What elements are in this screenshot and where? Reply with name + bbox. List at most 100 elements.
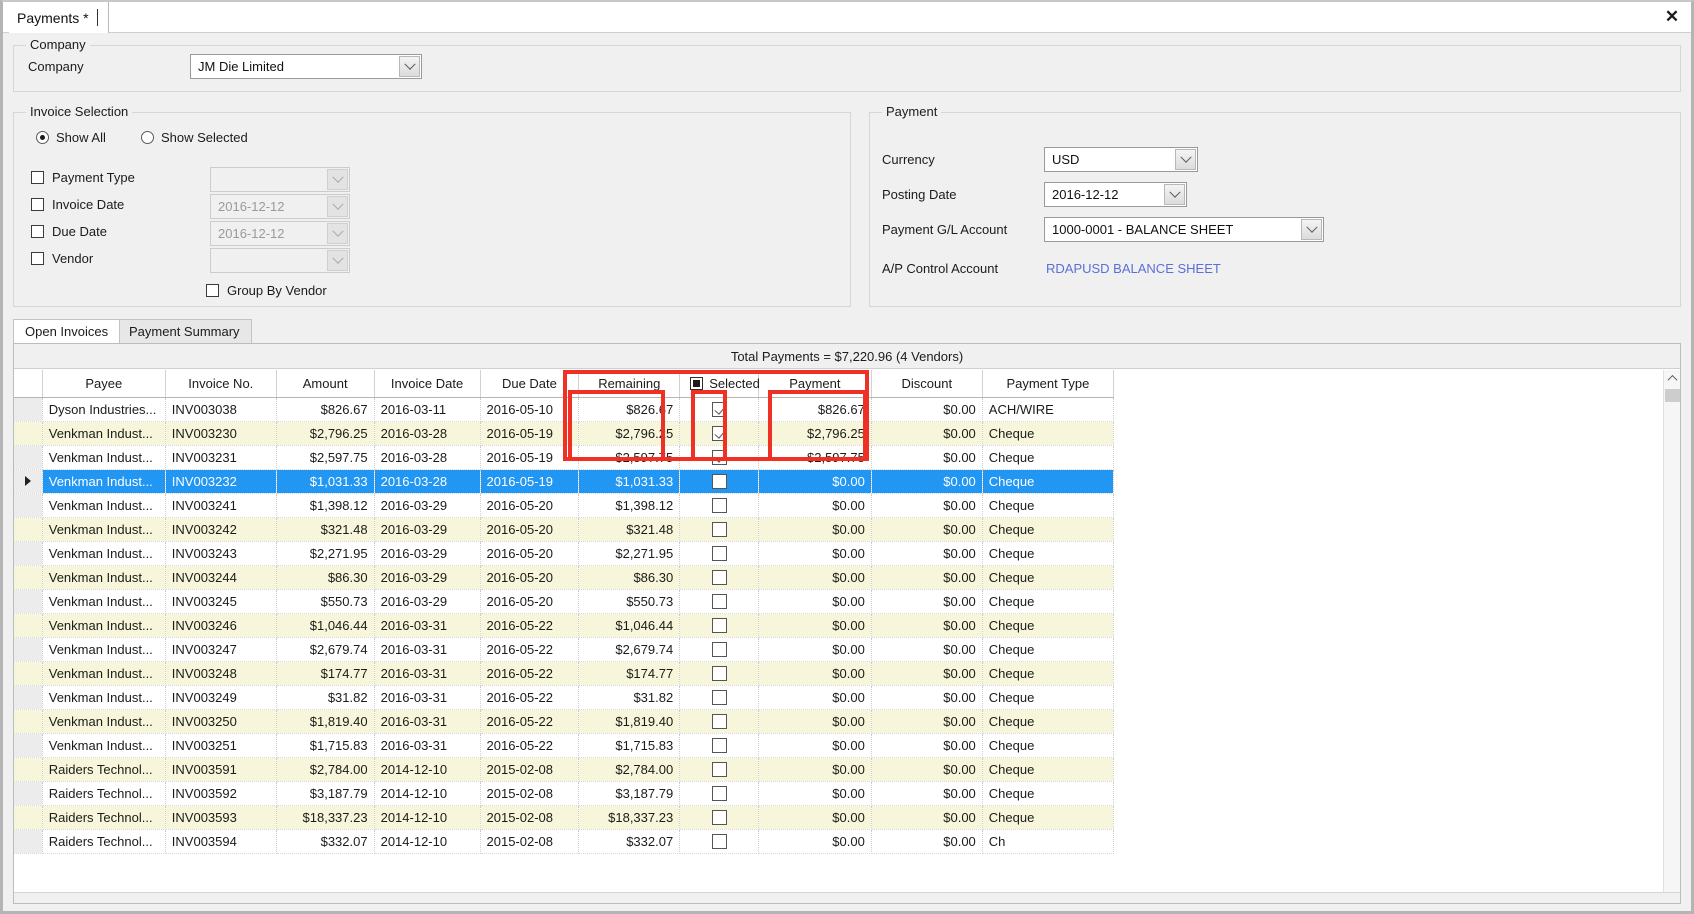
radio-show-selected[interactable]: Show Selected bbox=[141, 130, 248, 145]
table-row[interactable]: Venkman Indust... INV003251 $1,715.83 2016-… bbox=[14, 733, 1115, 758]
cell-selected[interactable] bbox=[679, 829, 759, 854]
chevron-down-icon[interactable] bbox=[327, 250, 348, 271]
chevron-down-icon[interactable] bbox=[399, 56, 420, 77]
row-selected-checkbox[interactable] bbox=[711, 641, 727, 657]
table-row[interactable]: Raiders Technol... INV003593 $18,337.23 201… bbox=[14, 805, 1115, 830]
row-indicator-cell[interactable] bbox=[14, 685, 43, 710]
row-indicator-cell[interactable] bbox=[14, 829, 43, 854]
checkbox-group-by-vendor[interactable]: Group By Vendor bbox=[206, 283, 327, 298]
cell-selected[interactable] bbox=[679, 757, 759, 782]
table-row[interactable]: Venkman Indust... INV003230 $2,796.25 2016-… bbox=[14, 421, 1115, 446]
col-header-due-date[interactable]: Due Date bbox=[480, 370, 580, 398]
col-header-discount[interactable]: Discount bbox=[871, 370, 983, 398]
table-row[interactable]: Raiders Technol... INV003592 $3,187.79 2014… bbox=[14, 781, 1115, 806]
cell-selected[interactable] bbox=[679, 661, 759, 686]
row-selected-checkbox[interactable] bbox=[711, 497, 727, 513]
row-indicator-cell[interactable] bbox=[14, 565, 43, 590]
row-indicator-cell[interactable] bbox=[14, 517, 43, 542]
document-tab-payments[interactable]: Payments * bbox=[9, 2, 109, 33]
cell-selected[interactable] bbox=[679, 709, 759, 734]
scrollbar-thumb[interactable] bbox=[1665, 389, 1680, 402]
row-indicator-cell[interactable] bbox=[14, 709, 43, 734]
chevron-down-icon[interactable] bbox=[327, 223, 348, 244]
row-selected-checkbox[interactable] bbox=[711, 833, 727, 849]
row-selected-checkbox[interactable] bbox=[711, 569, 727, 585]
row-selected-checkbox[interactable] bbox=[711, 761, 727, 777]
radio-show-all[interactable]: Show All bbox=[36, 130, 106, 145]
table-row[interactable]: Raiders Technol... INV003594 $332.07 2014-1… bbox=[14, 829, 1115, 854]
posting-date-combobox[interactable]: 2016-12-12 bbox=[1044, 182, 1187, 207]
row-selected-checkbox[interactable] bbox=[711, 689, 727, 705]
cell-selected[interactable] bbox=[679, 613, 759, 638]
row-indicator-cell[interactable] bbox=[14, 637, 43, 662]
row-indicator-cell[interactable] bbox=[14, 805, 43, 830]
table-row[interactable]: Venkman Indust... INV003246 $1,046.44 2016-… bbox=[14, 613, 1115, 638]
ap-control-account-link[interactable]: RDAPUSD BALANCE SHEET bbox=[1046, 261, 1221, 276]
chevron-down-icon[interactable] bbox=[1175, 149, 1196, 170]
col-header-amount[interactable]: Amount bbox=[276, 370, 375, 398]
row-selected-checkbox[interactable] bbox=[711, 617, 727, 633]
filter-checkbox-vendor[interactable]: Vendor bbox=[31, 251, 93, 266]
table-row[interactable]: Dyson Industries... INV003038 $826.67 2016-… bbox=[14, 397, 1115, 422]
cell-selected[interactable] bbox=[679, 445, 759, 470]
row-selected-checkbox[interactable] bbox=[711, 401, 727, 417]
filter-combobox-vendor[interactable] bbox=[210, 248, 350, 273]
chevron-down-icon[interactable] bbox=[327, 169, 348, 190]
company-combobox[interactable]: JM Die Limited bbox=[190, 54, 422, 79]
filter-combobox-payment-type[interactable] bbox=[210, 167, 350, 192]
tab-payment-summary[interactable]: Payment Summary bbox=[117, 319, 252, 343]
row-selected-checkbox[interactable] bbox=[711, 713, 727, 729]
row-indicator-cell[interactable] bbox=[14, 397, 43, 422]
filter-combobox-invoice-date[interactable]: 2016-12-12 bbox=[210, 194, 350, 219]
filter-checkbox-invoice-date[interactable]: Invoice Date bbox=[31, 197, 124, 212]
row-selected-checkbox[interactable] bbox=[711, 785, 727, 801]
row-selected-checkbox[interactable] bbox=[711, 473, 727, 489]
row-selected-checkbox[interactable] bbox=[711, 449, 727, 465]
tab-open-invoices[interactable]: Open Invoices bbox=[13, 319, 121, 343]
row-indicator-cell[interactable] bbox=[14, 781, 43, 806]
row-indicator-cell[interactable] bbox=[14, 469, 43, 494]
row-indicator-cell[interactable] bbox=[14, 445, 43, 470]
cell-selected[interactable] bbox=[679, 637, 759, 662]
close-icon[interactable]: ✕ bbox=[1662, 6, 1682, 26]
chevron-down-icon[interactable] bbox=[1164, 184, 1185, 205]
cell-selected[interactable] bbox=[679, 565, 759, 590]
chevron-down-icon[interactable] bbox=[1301, 219, 1322, 240]
gl-account-combobox[interactable]: 1000-0001 - BALANCE SHEET bbox=[1044, 217, 1324, 242]
cell-selected[interactable] bbox=[679, 397, 759, 422]
table-row[interactable]: Venkman Indust... INV003249 $31.82 2016-03-… bbox=[14, 685, 1115, 710]
row-selected-checkbox[interactable] bbox=[711, 665, 727, 681]
cell-selected[interactable] bbox=[679, 541, 759, 566]
row-indicator-cell[interactable] bbox=[14, 661, 43, 686]
row-selected-checkbox[interactable] bbox=[711, 737, 727, 753]
row-selected-checkbox[interactable] bbox=[711, 521, 727, 537]
col-header-invoice-no[interactable]: Invoice No. bbox=[165, 370, 277, 398]
currency-combobox[interactable]: USD bbox=[1044, 147, 1198, 172]
row-indicator-cell[interactable] bbox=[14, 757, 43, 782]
select-all-checkbox-icon[interactable] bbox=[690, 376, 704, 390]
cell-selected[interactable] bbox=[679, 493, 759, 518]
table-row[interactable]: Venkman Indust... INV003248 $174.77 2016-03… bbox=[14, 661, 1115, 686]
cell-selected[interactable] bbox=[679, 517, 759, 542]
cell-selected[interactable] bbox=[679, 469, 759, 494]
col-header-payment[interactable]: Payment bbox=[758, 370, 872, 398]
row-selected-checkbox[interactable] bbox=[711, 593, 727, 609]
col-header-invoice-date[interactable]: Invoice Date bbox=[374, 370, 481, 398]
table-row[interactable]: Venkman Indust... INV003231 $2,597.75 2016-… bbox=[14, 445, 1115, 470]
cell-selected[interactable] bbox=[679, 589, 759, 614]
table-row[interactable]: Venkman Indust... INV003241 $1,398.12 2016-… bbox=[14, 493, 1115, 518]
grid-vertical-scrollbar[interactable] bbox=[1663, 370, 1680, 903]
row-indicator-cell[interactable] bbox=[14, 613, 43, 638]
table-row[interactable]: Venkman Indust... INV003250 $1,819.40 2016-… bbox=[14, 709, 1115, 734]
row-indicator-cell[interactable] bbox=[14, 589, 43, 614]
row-indicator-cell[interactable] bbox=[14, 493, 43, 518]
col-header-payee[interactable]: Payee bbox=[42, 370, 166, 398]
table-row[interactable]: Venkman Indust... INV003232 $1,031.33 2016-… bbox=[14, 469, 1115, 494]
cell-selected[interactable] bbox=[679, 781, 759, 806]
scroll-up-arrow-icon[interactable] bbox=[1664, 370, 1681, 387]
row-selected-checkbox[interactable] bbox=[711, 545, 727, 561]
table-row[interactable]: Venkman Indust... INV003247 $2,679.74 2016-… bbox=[14, 637, 1115, 662]
filter-combobox-due-date[interactable]: 2016-12-12 bbox=[210, 221, 350, 246]
row-selected-checkbox[interactable] bbox=[711, 425, 727, 441]
row-indicator-cell[interactable] bbox=[14, 733, 43, 758]
